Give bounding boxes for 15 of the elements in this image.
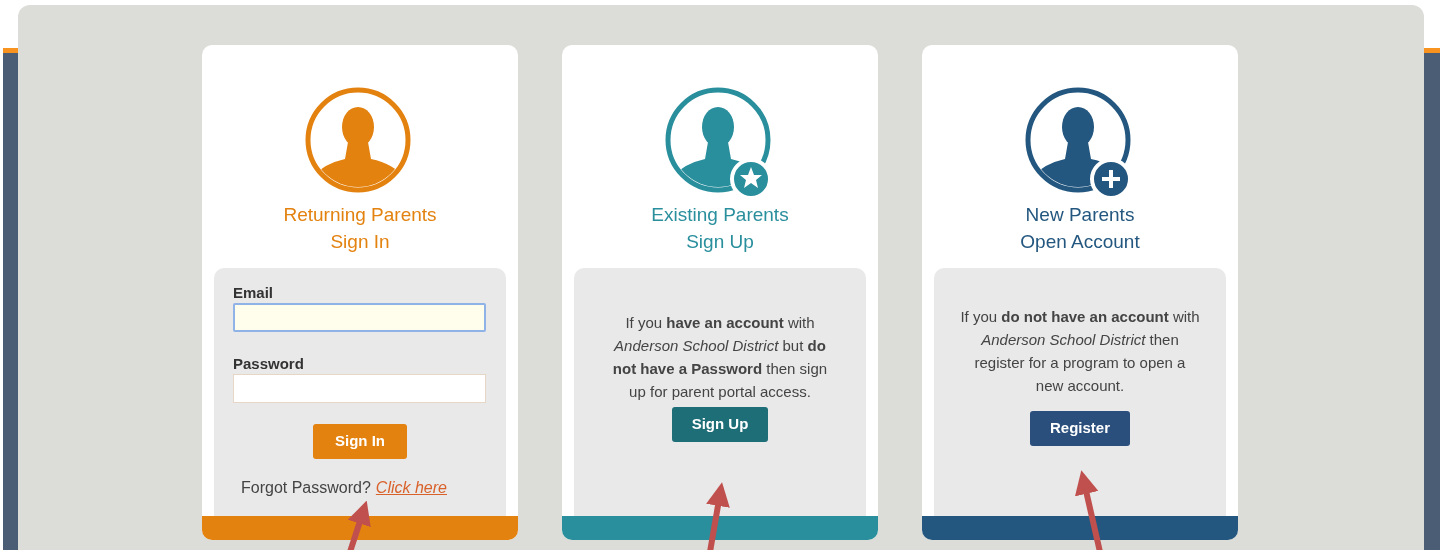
annotation-arrow — [706, 482, 730, 550]
card-title: New Parents Open Account — [1020, 203, 1140, 254]
info-text: If you have an account with Anderson School District but do not have a Password then sign up for parent portal access. — [612, 313, 828, 402]
input-field[interactable] — [233, 374, 486, 403]
register-button[interactable]: Register — [1030, 411, 1130, 446]
forgot-password-text: Forgot Password? — [241, 478, 371, 498]
card-title: Returning Parents Sign In — [283, 203, 437, 254]
annotation-arrow — [347, 500, 371, 550]
click-here-link[interactable]: Click here — [375, 476, 447, 500]
field-label: Password — [233, 354, 305, 374]
field-label: Email — [233, 283, 275, 303]
input-field[interactable] — [233, 303, 486, 332]
sign-up-button[interactable]: Sign Up — [671, 407, 769, 442]
card-title: Existing Parents Sign Up — [651, 203, 789, 254]
info-text: If you do not have an account with Anderson School District then register for a program to open a new account. — [960, 307, 1200, 396]
